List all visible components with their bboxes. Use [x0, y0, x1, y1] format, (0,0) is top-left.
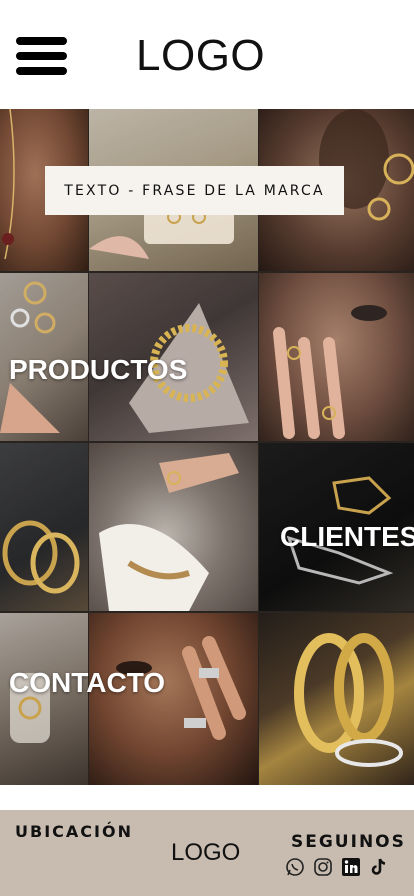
footer-logo[interactable]: LOGO	[171, 839, 240, 867]
brand-tagline: TEXTO - FRASE DE LA MARCA	[45, 166, 344, 215]
photo-tile-model-eyes-rings	[89, 613, 258, 785]
hamburger-menu-icon[interactable]	[16, 37, 68, 77]
whatsapp-icon[interactable]	[285, 857, 305, 877]
social-icons	[285, 857, 389, 877]
instagram-icon[interactable]	[313, 857, 333, 877]
footer-ubicacion-link[interactable]: UBICACIÓN	[15, 822, 133, 841]
footer-seguinos-label: SEGUINOS	[291, 832, 406, 852]
linkedin-icon[interactable]	[341, 857, 361, 877]
photo-tile-acrylic-rings	[0, 613, 88, 785]
header-logo[interactable]: LOGO	[136, 30, 265, 82]
photo-tile-model-face-rings	[259, 273, 414, 441]
footer: UBICACIÓN LOGO SEGUINOS	[0, 810, 414, 896]
photo-tile-hoop-earrings	[0, 443, 88, 611]
tiktok-icon[interactable]	[369, 857, 389, 877]
photo-tile-gold-rings-diamond	[259, 613, 414, 785]
photo-tile-hand-bracelets	[89, 443, 258, 611]
nav-link-clientes[interactable]: CLIENTES	[280, 521, 414, 553]
header: LOGO	[0, 0, 414, 109]
nav-link-productos[interactable]: PRODUCTOS	[9, 354, 187, 386]
nav-link-contacto[interactable]: CONTACTO	[9, 667, 165, 699]
